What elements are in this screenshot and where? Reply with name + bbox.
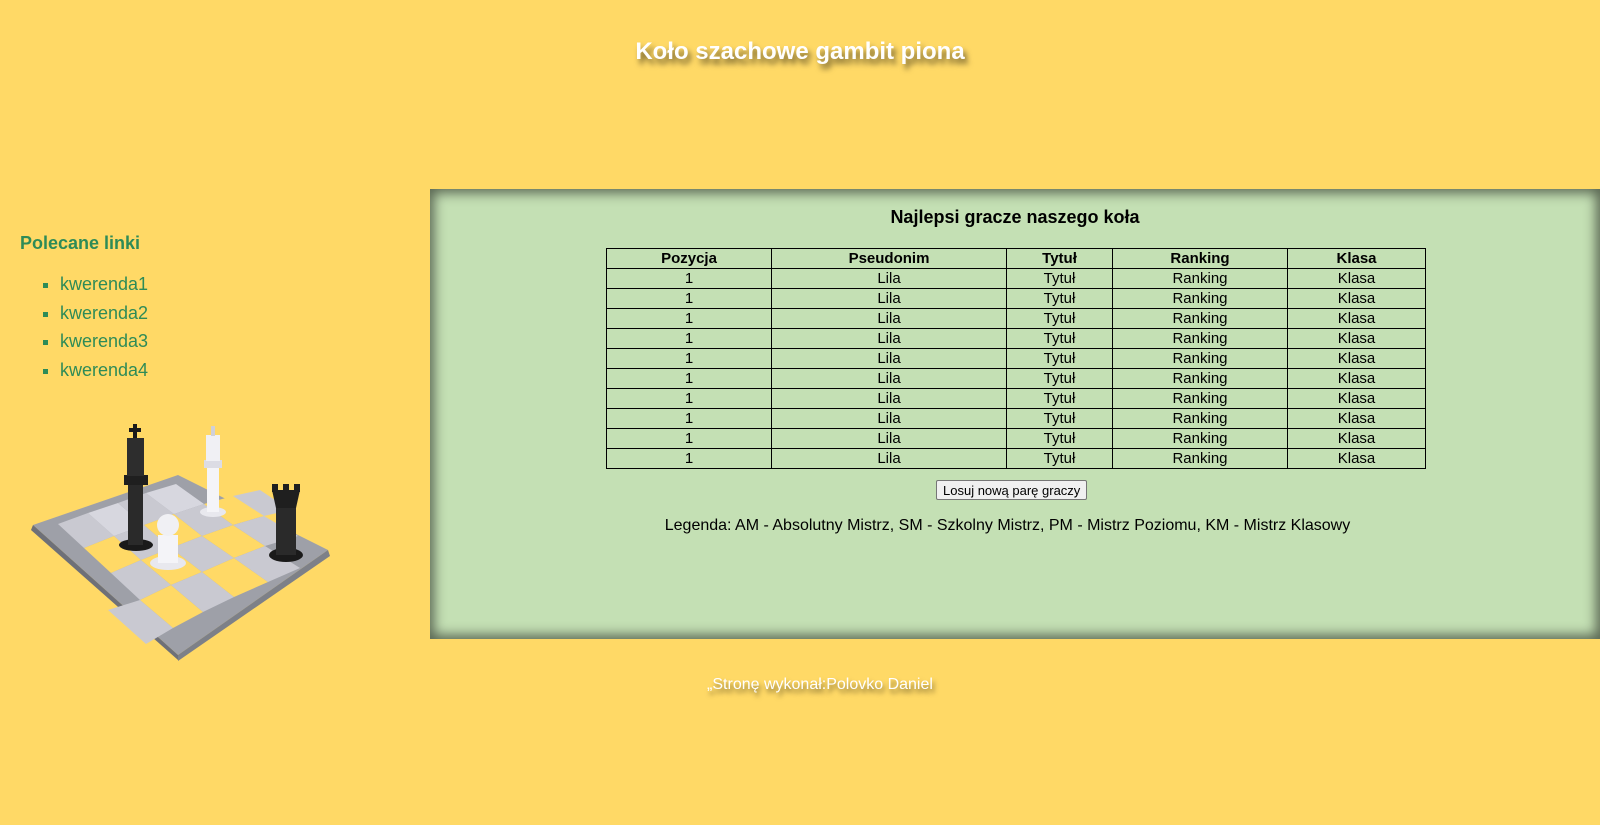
table-cell: Lila: [771, 268, 1007, 289]
table-cell: Tytuł: [1006, 368, 1113, 389]
table-row: 1 Lila Tytuł Ranking Klasa: [606, 268, 1426, 289]
table-row: 1 Lila Tytuł Ranking Klasa: [606, 328, 1426, 349]
table-cell: Ranking: [1112, 268, 1288, 289]
table-cell: Klasa: [1287, 408, 1426, 429]
section-heading: Najlepsi gracze naszego koła: [890, 207, 1140, 227]
column-header: Klasa: [1287, 248, 1426, 269]
link-kwerenda4[interactable]: kwerenda4: [60, 360, 148, 380]
table-cell: Klasa: [1287, 388, 1426, 409]
table-cell: Ranking: [1112, 308, 1288, 329]
table-cell: Lila: [771, 308, 1007, 329]
players-table: Pozycja Pseudonim Tytuł Ranking Klasa 1L…: [606, 248, 1426, 469]
table-cell: Ranking: [1112, 348, 1288, 369]
table-cell: 1: [606, 268, 772, 289]
table-cell: Ranking: [1112, 368, 1288, 389]
table-cell: Klasa: [1287, 328, 1426, 349]
draw-new-pair-button[interactable]: Losuj nową parę graczy: [936, 480, 1088, 500]
sidebar-heading: Polecane linki: [20, 233, 141, 253]
link-item: kwerenda3: [60, 327, 148, 356]
table-cell: Ranking: [1112, 428, 1288, 449]
table-cell: 1: [606, 308, 772, 329]
table-cell: Ranking: [1112, 288, 1288, 309]
table-cell: Tytuł: [1006, 348, 1113, 369]
table-cell: Klasa: [1287, 308, 1426, 329]
footer-credit: „Stronę wykonał:Polovko Daniel: [707, 676, 933, 693]
column-header: Ranking: [1112, 248, 1288, 269]
table-cell: Tytuł: [1006, 308, 1113, 329]
table-cell: Klasa: [1287, 448, 1426, 469]
table-cell: 1: [606, 328, 772, 349]
table-cell: Tytuł: [1006, 408, 1113, 429]
column-header: Pozycja: [606, 248, 772, 269]
table-row: 1 Lila Tytuł Ranking Klasa: [606, 308, 1426, 329]
table-header-row: Pozycja Pseudonim Tytuł Ranking Klasa: [606, 248, 1426, 269]
table-cell: Klasa: [1287, 368, 1426, 389]
table-row: 1 Lila Tytuł Ranking Klasa: [606, 288, 1426, 309]
table-cell: Lila: [771, 368, 1007, 389]
table-cell: 1: [606, 448, 772, 469]
table-cell: 1: [606, 348, 772, 369]
link-item: kwerenda4: [60, 356, 148, 385]
link-list: kwerenda1 kwerenda2 kwerenda3 kwerenda4: [20, 270, 148, 384]
sidebar: Polecane linki kwerenda1 kwerenda2 kwere…: [0, 190, 430, 670]
table-row: 1 Lila Tytuł Ranking Klasa: [606, 388, 1426, 409]
table-cell: Ranking: [1112, 388, 1288, 409]
main-panel: Najlepsi gracze naszego koła Pozycja Pse…: [430, 189, 1600, 639]
table-cell: Tytuł: [1006, 428, 1113, 449]
link-kwerenda2[interactable]: kwerenda2: [60, 303, 148, 323]
link-kwerenda1[interactable]: kwerenda1: [60, 274, 148, 294]
table-cell: 1: [606, 408, 772, 429]
table-cell: Klasa: [1287, 428, 1426, 449]
table-cell: 1: [606, 288, 772, 309]
table-cell: Klasa: [1287, 288, 1426, 309]
table-cell: Lila: [771, 448, 1007, 469]
link-item: kwerenda2: [60, 299, 148, 328]
table-cell: Lila: [771, 428, 1007, 449]
column-header: Tytuł: [1006, 248, 1113, 269]
table-cell: Lila: [771, 408, 1007, 429]
table-cell: Lila: [771, 328, 1007, 349]
table-cell: Tytuł: [1006, 288, 1113, 309]
table-cell: 1: [606, 388, 772, 409]
table-cell: Tytuł: [1006, 268, 1113, 289]
table-cell: Tytuł: [1006, 328, 1113, 349]
table-cell: Lila: [771, 348, 1007, 369]
chess-pieces-icon: [31, 424, 330, 661]
page-title: Koło szachowe gambit piona: [635, 38, 965, 65]
table-cell: 1: [606, 428, 772, 449]
table-cell: Ranking: [1112, 408, 1288, 429]
table-body: 1 Lila Tytuł Ranking Klasa 1 Lila Tytuł Ranking…: [606, 268, 1426, 469]
link-kwerenda3[interactable]: kwerenda3: [60, 331, 148, 351]
table-row: 1 Lila Tytuł Ranking Klasa: [606, 428, 1426, 449]
table-cell: Lila: [771, 388, 1007, 409]
table-cell: Klasa: [1287, 348, 1426, 369]
table-cell: Ranking: [1112, 448, 1288, 469]
table-cell: Lila: [771, 288, 1007, 309]
table-row: 1 Lila Tytuł Ranking Klasa: [606, 408, 1426, 429]
table-cell: Tytuł: [1006, 388, 1113, 409]
banner: Koło szachowe gambit piona: [0, 0, 1600, 110]
table-cell: Ranking: [1112, 328, 1288, 349]
table-row: 1 Lila Tytuł Ranking Klasa: [606, 448, 1426, 469]
legend-text: Legenda: AM - Absolutny Mistrz, SM - Szk…: [664, 517, 1351, 534]
link-item: kwerenda1: [60, 270, 148, 299]
table-row: 1 Lila Tytuł Ranking Klasa: [606, 368, 1426, 389]
table-row: 1 Lila Tytuł Ranking Klasa: [606, 348, 1426, 369]
column-header: Pseudonim: [771, 248, 1007, 269]
table-cell: Klasa: [1287, 268, 1426, 289]
table-cell: Tytuł: [1006, 448, 1113, 469]
table-cell: 1: [606, 368, 772, 389]
